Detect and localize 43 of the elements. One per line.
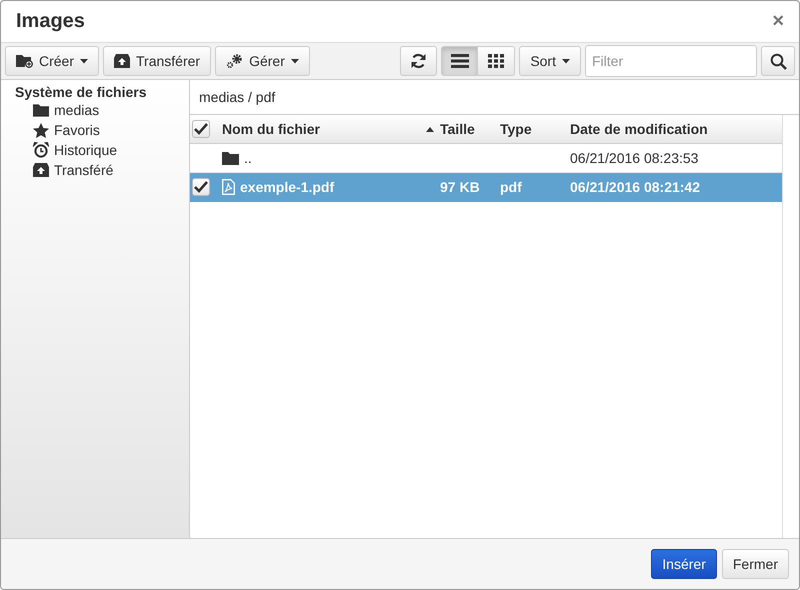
tree-item[interactable]: Historique — [54, 142, 118, 158]
insert-button[interactable]: Insérer — [651, 549, 717, 579]
alarm-clock-icon — [33, 142, 49, 158]
refresh-button[interactable] — [400, 46, 438, 76]
column-header[interactable]: Taille — [440, 121, 475, 137]
folder-icon — [33, 103, 49, 117]
column-header[interactable]: Type — [500, 121, 532, 137]
tree-item[interactable]: medias — [54, 102, 100, 118]
file-name: .. — [244, 150, 252, 166]
list-view-icon — [450, 54, 469, 68]
tree-item[interactable]: Favoris — [54, 122, 100, 138]
pdf-file-icon — [222, 179, 235, 195]
table-cell: 06/21/2016 08:23:53 — [570, 150, 698, 166]
toolbar-button[interactable]: Gérer — [215, 46, 310, 76]
sort-button[interactable]: Sort — [519, 46, 581, 76]
search-icon — [770, 52, 786, 70]
close-dialog-button[interactable]: Fermer — [722, 549, 789, 579]
table-cell: pdf — [500, 179, 522, 195]
upload-box-icon — [114, 54, 130, 68]
grid-view-icon — [488, 54, 504, 68]
close-button[interactable]: × — [772, 10, 784, 33]
grid-view-button[interactable] — [478, 46, 516, 76]
search-button[interactable] — [761, 46, 795, 76]
column-header[interactable]: Date de modification — [570, 121, 708, 137]
list-view-button[interactable] — [441, 46, 478, 76]
tree-item[interactable]: Transféré — [54, 162, 114, 178]
table-cell: 97 KB — [440, 179, 480, 195]
folder-plus-icon — [16, 54, 33, 68]
select-all-checkbox[interactable] — [192, 120, 210, 138]
row-checkbox[interactable] — [192, 178, 210, 196]
upload-box-icon — [33, 163, 49, 177]
folder-icon — [222, 151, 239, 165]
dialog-title: Images — [16, 10, 85, 33]
toolbar-button[interactable]: Créer — [5, 46, 100, 76]
gears-icon — [226, 54, 244, 68]
toolbar-button[interactable]: Transférer — [103, 46, 212, 76]
file-name: exemple-1.pdf — [240, 179, 334, 195]
filter-field[interactable]: Filter — [585, 45, 757, 77]
tree-root-label[interactable]: Système de fichiers — [15, 84, 147, 100]
refresh-icon — [410, 53, 428, 69]
star-icon — [33, 122, 49, 138]
column-header[interactable]: Nom du fichier — [222, 121, 320, 137]
table-cell: 06/21/2016 08:21:42 — [570, 179, 700, 195]
